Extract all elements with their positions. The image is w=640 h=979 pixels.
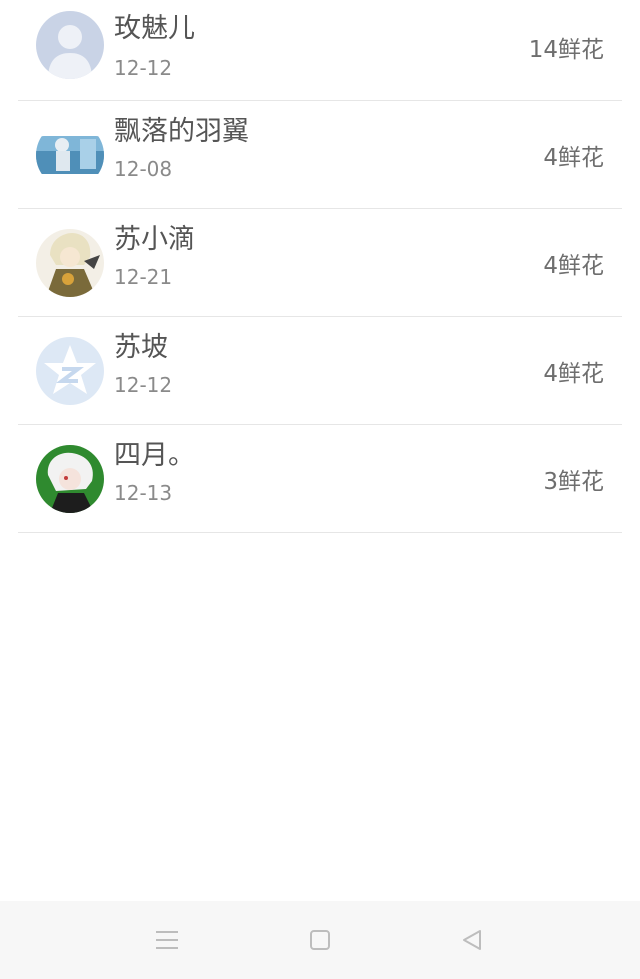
list-item[interactable]: 飘落的羽翼 12-08 4鲜花 — [18, 101, 622, 209]
user-name: 苏坡 — [114, 332, 168, 363]
date-label: 12-12 — [114, 373, 173, 397]
user-name: 玫魅儿 — [114, 13, 195, 44]
date-label: 12-21 — [114, 265, 173, 289]
user-name: 四月。 — [114, 440, 195, 471]
flower-ranking-list: 玫魅儿 12-12 14鲜花 飘落的羽翼 12-08 4鲜花 苏小滴 12-21… — [0, 0, 640, 533]
date-label: 12-08 — [114, 157, 173, 181]
list-item[interactable]: 玫魅儿 12-12 14鲜花 — [18, 0, 622, 101]
system-navigation-bar — [0, 901, 640, 979]
avatar[interactable] — [36, 445, 104, 513]
home-icon[interactable] — [305, 925, 335, 955]
avatar[interactable] — [36, 229, 104, 297]
back-icon[interactable] — [457, 925, 487, 955]
flower-count: 4鲜花 — [543, 361, 604, 387]
list-item[interactable]: 四月。 12-13 3鲜花 — [18, 425, 622, 533]
date-label: 12-12 — [114, 56, 173, 80]
date-label: 12-13 — [114, 481, 173, 505]
avatar[interactable] — [36, 11, 104, 79]
menu-icon[interactable] — [152, 925, 182, 955]
list-item[interactable]: 苏小滴 12-21 4鲜花 — [18, 209, 622, 317]
flower-count: 14鲜花 — [528, 36, 604, 63]
list-item[interactable]: 苏坡 12-12 4鲜花 — [18, 317, 622, 425]
user-name: 苏小滴 — [114, 224, 195, 255]
flower-count: 4鲜花 — [543, 145, 604, 171]
avatar[interactable] — [36, 337, 104, 405]
avatar[interactable] — [36, 121, 104, 189]
flower-count: 3鲜花 — [543, 469, 604, 495]
user-name: 飘落的羽翼 — [114, 116, 249, 147]
flower-count: 4鲜花 — [543, 253, 604, 279]
